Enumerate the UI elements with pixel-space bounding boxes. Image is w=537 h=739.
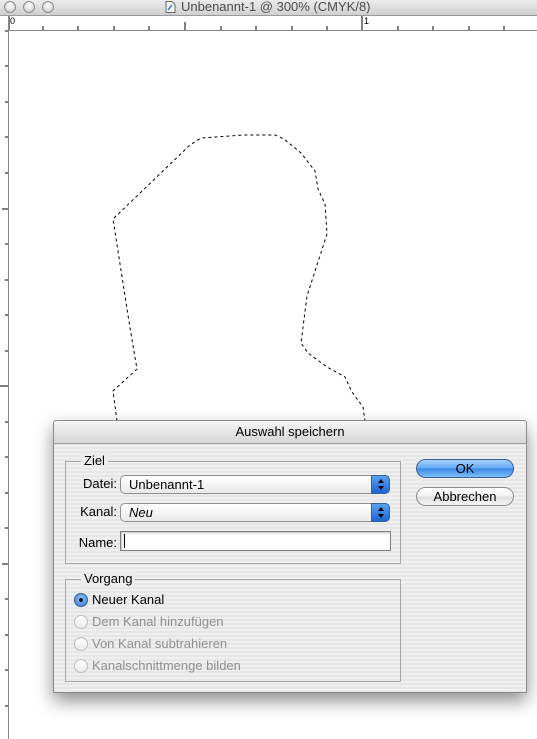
window-title: Unbenannt-1 @ 300% (CMYK/8) (181, 0, 371, 14)
ziel-legend: Ziel (81, 453, 108, 468)
kanal-value: Neu (129, 505, 153, 520)
horizontal-ruler[interactable] (9, 16, 537, 31)
cancel-button[interactable]: Abbrechen (416, 487, 514, 506)
radio-kanalschnittmenge-bilden[interactable] (74, 659, 88, 673)
window-titlebar[interactable]: Unbenannt-1 @ 300% (CMYK/8) (0, 0, 537, 16)
document-icon (165, 1, 176, 13)
radio-label-kanalschnittmenge-bilden[interactable]: Kanalschnittmenge bilden (92, 658, 241, 673)
radio-dem-kanal-hinzufuegen[interactable] (74, 615, 88, 629)
selection-outline (112, 134, 366, 422)
dialog-title: Auswahl speichern (54, 421, 526, 444)
radio-von-kanal-subtrahieren[interactable] (74, 637, 88, 651)
radio-neuer-kanal[interactable] (74, 593, 88, 607)
kanal-popup[interactable]: Neu (120, 503, 390, 522)
kanal-label: Kanal: (80, 504, 117, 519)
ruler-label-0: 0 (10, 16, 16, 26)
zoom-window-button[interactable] (42, 1, 54, 13)
name-input[interactable] (120, 531, 391, 551)
datei-label: Datei: (83, 476, 117, 491)
text-caret (124, 534, 125, 548)
datei-popup[interactable]: Unbenannt-1 (120, 475, 390, 494)
close-window-button[interactable] (4, 1, 16, 13)
name-label: Name: (78, 535, 117, 550)
radio-label-dem-kanal-hinzufuegen[interactable]: Dem Kanal hinzufügen (92, 614, 224, 629)
popup-arrows-icon (371, 503, 390, 522)
popup-arrows-icon (371, 475, 390, 494)
save-selection-dialog: Auswahl speichern Ziel Datei: Unbenannt-… (53, 420, 527, 693)
ruler-label-1: 1 (364, 16, 370, 26)
vertical-ruler[interactable] (0, 16, 9, 739)
vorgang-legend: Vorgang (81, 571, 136, 586)
minimize-window-button[interactable] (23, 1, 35, 13)
datei-value: Unbenannt-1 (129, 477, 205, 492)
ok-button[interactable]: OK (416, 459, 514, 478)
radio-label-von-kanal-subtrahieren[interactable]: Von Kanal subtrahieren (92, 636, 227, 651)
radio-label-neuer-kanal[interactable]: Neuer Kanal (92, 592, 164, 607)
